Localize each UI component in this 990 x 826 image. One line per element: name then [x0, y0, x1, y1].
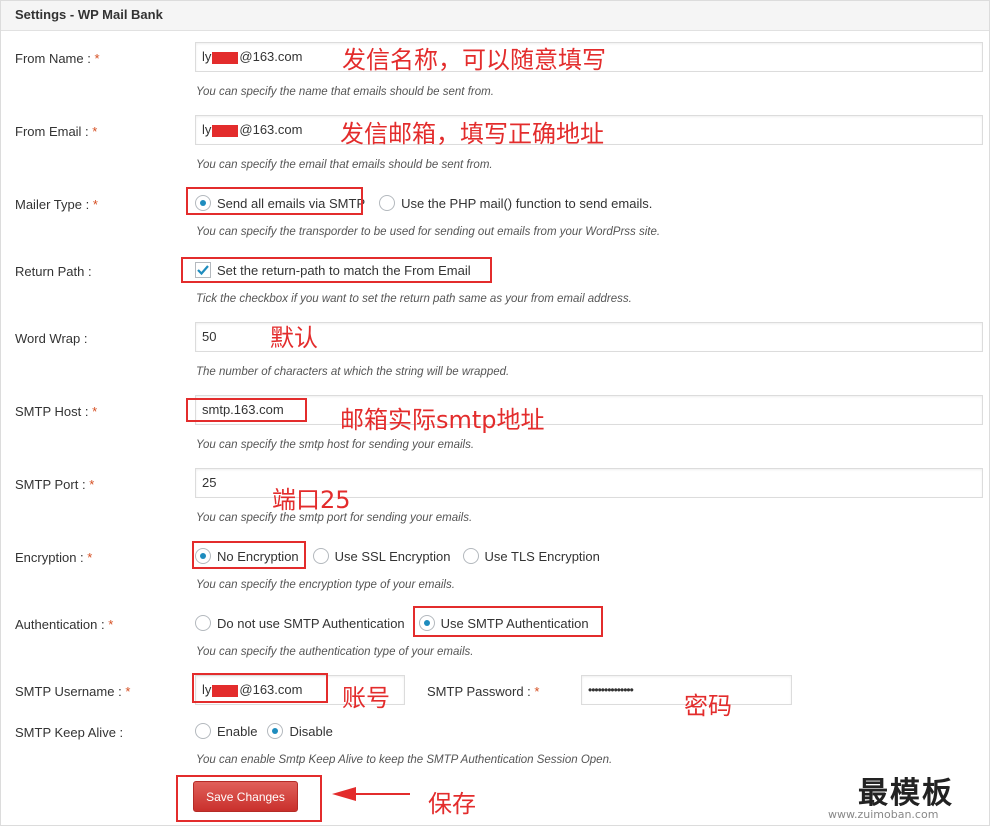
return-path-checkbox[interactable]: Set the return-path to match the From Em…	[195, 262, 471, 278]
radio-label: Enable	[217, 723, 258, 739]
radio-empty-icon	[195, 615, 211, 631]
radio-label: Use SMTP Authentication	[440, 615, 589, 631]
from-email-label: From Email : *	[15, 124, 98, 139]
return-path-hint: Tick the checkbox if you want to set the…	[196, 293, 632, 305]
return-path-group: Set the return-path to match the From Em…	[195, 262, 483, 278]
from-email-value-prefix: ly	[202, 122, 212, 137]
radio-selected-icon	[267, 723, 284, 739]
smtp-password-annotation: 密码	[684, 692, 732, 720]
from-name-label: From Name : *	[15, 51, 100, 66]
from-name-value-prefix: ly	[202, 49, 212, 64]
keep-alive-hint: You can enable Smtp Keep Alive to keep t…	[196, 754, 613, 766]
radio-ssl[interactable]: Use SSL Encryption	[312, 548, 451, 564]
radio-selected-icon	[195, 195, 211, 211]
radio-php-mail[interactable]: Use the PHP mail() function to send emai…	[379, 195, 652, 211]
radio-selected-icon	[418, 615, 435, 631]
username-value-suffix: @163.com	[239, 682, 303, 697]
radio-tls[interactable]: Use TLS Encryption	[462, 548, 600, 564]
smtp-port-label: SMTP Port : *	[15, 477, 95, 492]
from-email-hint: You can specify the email that emails sh…	[196, 159, 493, 171]
smtp-username-label: SMTP Username : *	[15, 684, 131, 699]
radio-label: Send all emails via SMTP	[217, 195, 366, 211]
radio-label: No Encryption	[217, 548, 299, 564]
radio-enable[interactable]: Enable	[195, 723, 257, 739]
radio-disable[interactable]: Disable	[267, 723, 333, 739]
smtp-port-annotation: 端口25	[272, 486, 351, 514]
radio-label: Use the PHP mail() function to send emai…	[401, 195, 653, 211]
smtp-port-hint: You can specify the smtp port for sendin…	[196, 512, 473, 524]
encryption-label: Encryption : *	[15, 550, 93, 565]
checkbox-checked-icon	[195, 262, 211, 278]
save-annotation: 保存	[428, 790, 476, 818]
redaction-mark	[212, 51, 239, 64]
word-wrap-label: Word Wrap :	[15, 331, 88, 346]
smtp-host-hint: You can specify the smtp host for sendin…	[196, 439, 475, 451]
radio-empty-icon	[462, 548, 479, 564]
save-changes-button[interactable]: Save Changes	[193, 781, 298, 812]
mailer-type-label: Mailer Type : *	[15, 197, 98, 212]
radio-empty-icon	[195, 723, 211, 739]
from-name-value-suffix: @163.com	[239, 49, 303, 64]
radio-empty-icon	[312, 548, 329, 564]
smtp-host-input[interactable]: smtp.163.com	[195, 395, 983, 425]
radio-empty-icon	[379, 195, 396, 211]
panel-title: Settings - WP Mail Bank	[1, 1, 989, 31]
smtp-host-annotation: 邮箱实际smtp地址	[340, 406, 545, 434]
from-name-annotation: 发信名称，可以随意填写	[342, 46, 606, 74]
smtp-password-label: SMTP Password : *	[427, 684, 540, 699]
keep-alive-label: SMTP Keep Alive :	[15, 725, 124, 740]
redaction-mark	[212, 684, 239, 697]
keep-alive-group: Enable Disable	[195, 723, 345, 739]
encryption-hint: You can specify the encryption type of y…	[196, 579, 455, 591]
mailer-type-group: Send all emails via SMTP Use the PHP mai…	[195, 195, 664, 211]
radio-label: Use SSL Encryption	[334, 548, 451, 564]
arrow-left-icon	[332, 787, 410, 801]
radio-label: Do not use SMTP Authentication	[217, 615, 405, 631]
radio-label: Use TLS Encryption	[484, 548, 600, 564]
from-email-value-suffix: @163.com	[239, 122, 303, 137]
radio-no-auth[interactable]: Do not use SMTP Authentication	[195, 615, 405, 631]
watermark-main-text: 最模板	[858, 776, 954, 811]
watermark-logo: 最模板 www.zuimoban.com	[820, 768, 990, 826]
checkbox-label: Set the return-path to match the From Em…	[217, 262, 471, 278]
word-wrap-annotation: 默认	[270, 324, 318, 352]
radio-send-via-smtp[interactable]: Send all emails via SMTP	[195, 195, 365, 211]
authentication-group: Do not use SMTP Authentication Use SMTP …	[195, 615, 601, 631]
authentication-label: Authentication : *	[15, 617, 114, 632]
mailer-type-hint: You can specify the transporder to be us…	[196, 226, 661, 238]
from-name-hint: You can specify the name that emails sho…	[196, 86, 494, 98]
smtp-username-annotation: 账号	[342, 684, 390, 712]
word-wrap-hint: The number of characters at which the st…	[196, 366, 510, 378]
redaction-mark	[212, 124, 239, 137]
watermark-url: www.zuimoban.com	[828, 808, 939, 821]
smtp-host-label: SMTP Host : *	[15, 404, 98, 419]
radio-label: Disable	[289, 723, 333, 739]
from-email-annotation: 发信邮箱，填写正确地址	[340, 120, 604, 148]
return-path-label: Return Path :	[15, 264, 92, 279]
authentication-hint: You can specify the authentication type …	[196, 646, 474, 658]
radio-no-encryption[interactable]: No Encryption	[195, 548, 299, 564]
radio-use-auth[interactable]: Use SMTP Authentication	[418, 615, 589, 631]
encryption-group: No Encryption Use SSL Encryption Use TLS…	[195, 548, 612, 564]
username-value-prefix: ly	[202, 682, 212, 697]
radio-selected-icon	[195, 548, 211, 564]
